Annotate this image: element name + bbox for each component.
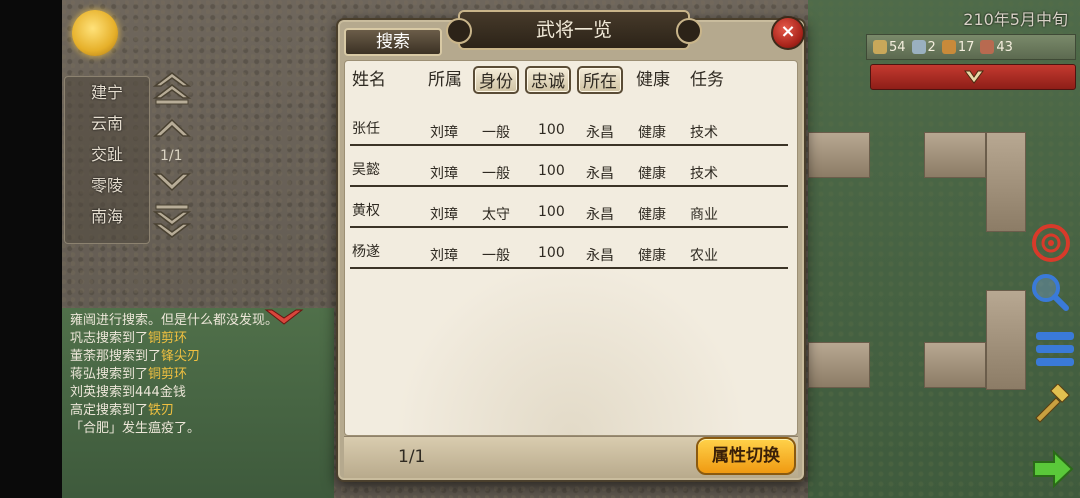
horse-icon bbox=[941, 40, 956, 54]
left-letterbox bbox=[0, 0, 62, 498]
officer-task: 农业 bbox=[690, 248, 718, 264]
officer-loyalty: 100 bbox=[538, 122, 565, 138]
officer-name: 杨遂 bbox=[352, 244, 380, 260]
officer-affiliation: 刘璋 bbox=[430, 125, 458, 141]
officer-status: 一般 bbox=[482, 125, 510, 141]
page-indicator: 1/1 bbox=[398, 447, 426, 467]
region-item[interactable]: 南海 bbox=[65, 201, 149, 232]
troops-icon bbox=[873, 40, 887, 54]
page-up-icon[interactable] bbox=[152, 112, 192, 148]
header-affiliation[interactable]: 所属 bbox=[428, 66, 462, 94]
page-first-icon[interactable] bbox=[152, 70, 192, 106]
officer-health: 健康 bbox=[638, 207, 666, 223]
hud-expand-dropdown[interactable] bbox=[870, 64, 1076, 90]
officer-affiliation: 刘璋 bbox=[430, 166, 458, 182]
resource-soldiers: 43 bbox=[980, 40, 1013, 55]
officer-location: 永昌 bbox=[586, 248, 614, 264]
officer-loyalty: 100 bbox=[538, 163, 565, 179]
header-task[interactable]: 任务 bbox=[690, 66, 724, 94]
page-down-icon[interactable] bbox=[152, 162, 192, 198]
log-line: 蒋弘搜索到了铜剪环 bbox=[70, 367, 188, 382]
table-row[interactable]: 张任 刘璋 一般 100 永昌 健康 技术 bbox=[350, 118, 788, 146]
table-row[interactable]: 黄权 刘璋 太守 100 永昌 健康 商业 bbox=[350, 200, 788, 228]
officer-status: 太守 bbox=[482, 207, 510, 223]
officer-name: 黄权 bbox=[352, 203, 380, 219]
weather-sun-icon[interactable] bbox=[72, 10, 118, 56]
table-row[interactable]: 吴懿 刘璋 一般 100 永昌 健康 技术 bbox=[350, 159, 788, 187]
header-loyalty-button[interactable]: 忠诚 bbox=[525, 66, 571, 94]
log-line: 刘英搜索到444金钱 bbox=[70, 385, 186, 400]
officer-status: 一般 bbox=[482, 166, 510, 182]
soldier-icon bbox=[980, 40, 995, 54]
stone-wall bbox=[924, 132, 986, 178]
game-date: 210年5月中旬 bbox=[963, 10, 1068, 29]
header-location-button[interactable]: 所在 bbox=[577, 66, 623, 94]
region-item[interactable]: 建宁 bbox=[65, 77, 149, 108]
message-log: 雍闿进行搜索。但是什么都没发现。 巩志搜索到了铜剪环 董荼那搜索到了锋尖刃 蒋弘… bbox=[70, 312, 332, 498]
log-line: 高定搜索到了铁刃 bbox=[70, 403, 175, 418]
region-item[interactable]: 交趾 bbox=[65, 139, 149, 170]
region-page-count: 1/1 bbox=[160, 148, 183, 164]
search-map-icon[interactable] bbox=[1028, 270, 1070, 312]
stone-wall bbox=[986, 132, 1026, 232]
region-list: 建宁 云南 交趾 零陵 南海 bbox=[64, 76, 150, 244]
officer-name: 吴懿 bbox=[352, 162, 380, 178]
stone-wall bbox=[808, 342, 870, 388]
stone-wall bbox=[924, 342, 986, 388]
officer-name: 张任 bbox=[352, 121, 380, 137]
page-last-icon[interactable] bbox=[152, 204, 192, 240]
region-item[interactable]: 零陵 bbox=[65, 170, 149, 201]
region-item[interactable]: 云南 bbox=[65, 108, 149, 139]
chevron-down-icon bbox=[964, 70, 984, 84]
officer-location: 永昌 bbox=[586, 125, 614, 141]
log-line: 雍闿进行搜索。但是什么都没发现。 bbox=[70, 313, 279, 328]
table-row[interactable]: 杨遂 刘璋 一般 100 永昌 健康 农业 bbox=[350, 241, 788, 269]
list-menu-icon[interactable] bbox=[1034, 328, 1076, 370]
log-line: 董荼那搜索到了锋尖刃 bbox=[70, 349, 201, 364]
officer-task: 商业 bbox=[690, 207, 718, 223]
header-status-button[interactable]: 身份 bbox=[473, 66, 519, 94]
officer-location: 永昌 bbox=[586, 166, 614, 182]
close-button[interactable]: × bbox=[771, 16, 805, 50]
officer-status: 一般 bbox=[482, 248, 510, 264]
officer-loyalty: 100 bbox=[538, 204, 565, 220]
officer-task: 技术 bbox=[690, 166, 718, 182]
search-button[interactable]: 搜索 bbox=[344, 28, 442, 56]
resource-troops: 54 bbox=[873, 40, 906, 55]
officer-task: 技术 bbox=[690, 125, 718, 141]
stone-wall bbox=[808, 132, 870, 178]
log-line: 巩志搜索到了铜剪环 bbox=[70, 331, 188, 346]
resource-bar: 54 2 17 43 bbox=[866, 34, 1076, 60]
dialog-title: 武将一览 bbox=[446, 10, 702, 50]
resource-officers: 2 bbox=[911, 40, 936, 55]
officer-location: 永昌 bbox=[586, 207, 614, 223]
next-arrow-icon[interactable] bbox=[1032, 448, 1074, 490]
stone-wall bbox=[986, 290, 1026, 390]
officer-health: 健康 bbox=[638, 248, 666, 264]
officer-icon bbox=[911, 40, 926, 54]
officer-health: 健康 bbox=[638, 166, 666, 182]
build-hammer-icon[interactable] bbox=[1030, 384, 1072, 426]
officer-affiliation: 刘璋 bbox=[430, 207, 458, 223]
target-icon[interactable] bbox=[1030, 222, 1072, 264]
officer-loyalty: 100 bbox=[538, 245, 565, 261]
header-name[interactable]: 姓名 bbox=[352, 66, 386, 94]
log-line: 「合肥」发生瘟疫了。 bbox=[70, 421, 201, 436]
officer-health: 健康 bbox=[638, 125, 666, 141]
officer-affiliation: 刘璋 bbox=[430, 248, 458, 264]
resource-horses: 17 bbox=[941, 40, 974, 55]
header-health[interactable]: 健康 bbox=[636, 66, 670, 94]
attribute-switch-button[interactable]: 属性切换 bbox=[696, 437, 796, 475]
